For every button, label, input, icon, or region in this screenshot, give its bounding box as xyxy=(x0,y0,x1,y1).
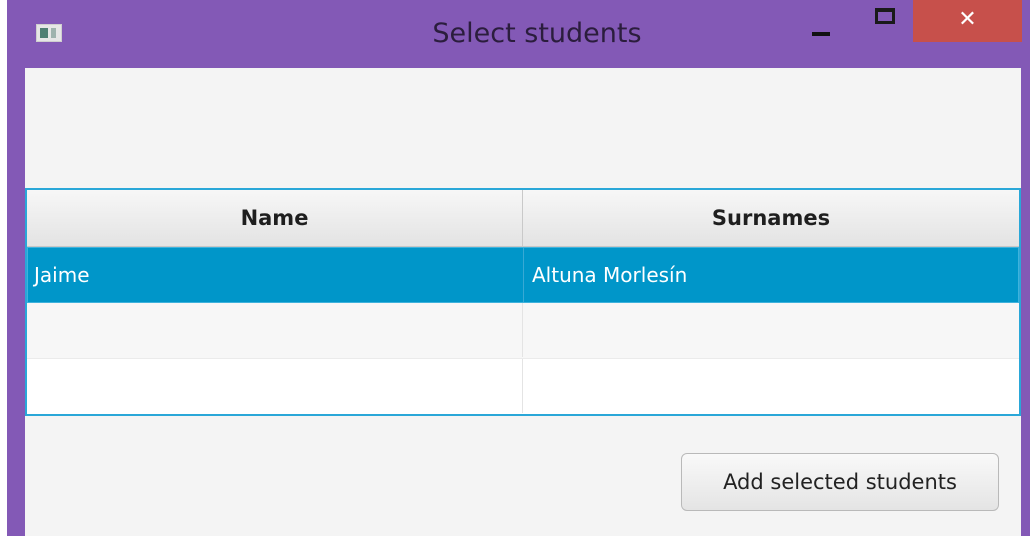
table-row[interactable] xyxy=(27,303,1019,359)
cell-name: Jaime xyxy=(28,248,524,302)
minimize-icon xyxy=(812,32,830,36)
table-header: Name Surnames xyxy=(27,190,1019,247)
column-header-surnames[interactable]: Surnames xyxy=(523,190,1019,246)
app-window-icon[interactable] xyxy=(36,24,62,42)
table-row[interactable] xyxy=(27,359,1019,414)
maximize-icon xyxy=(875,8,895,24)
close-icon: ✕ xyxy=(958,7,977,32)
cell-surnames xyxy=(523,359,1019,413)
cell-surnames: Altuna Morlesín xyxy=(532,263,688,287)
window-border-left xyxy=(7,68,25,536)
minimize-button[interactable] xyxy=(808,0,842,44)
window-title: Select students xyxy=(432,18,642,49)
cell-name xyxy=(27,359,523,413)
column-header-name[interactable]: Name xyxy=(27,190,523,246)
table-row-selected[interactable]: Jaime Altuna Morlesín xyxy=(27,247,1019,303)
close-button[interactable]: ✕ xyxy=(913,0,1022,42)
students-table[interactable]: Name Surnames Jaime Altuna Morlesín xyxy=(25,188,1021,416)
window-border-right xyxy=(1021,68,1030,536)
app-window: Select students ✕ Name Surnames Jaime Al… xyxy=(0,0,1030,536)
dialog-content: Name Surnames Jaime Altuna Morlesín Add … xyxy=(25,68,1021,536)
cell-name xyxy=(27,303,523,357)
maximize-button[interactable] xyxy=(866,0,900,44)
cell-surnames xyxy=(523,303,1019,357)
add-selected-students-button[interactable]: Add selected students xyxy=(681,453,999,511)
